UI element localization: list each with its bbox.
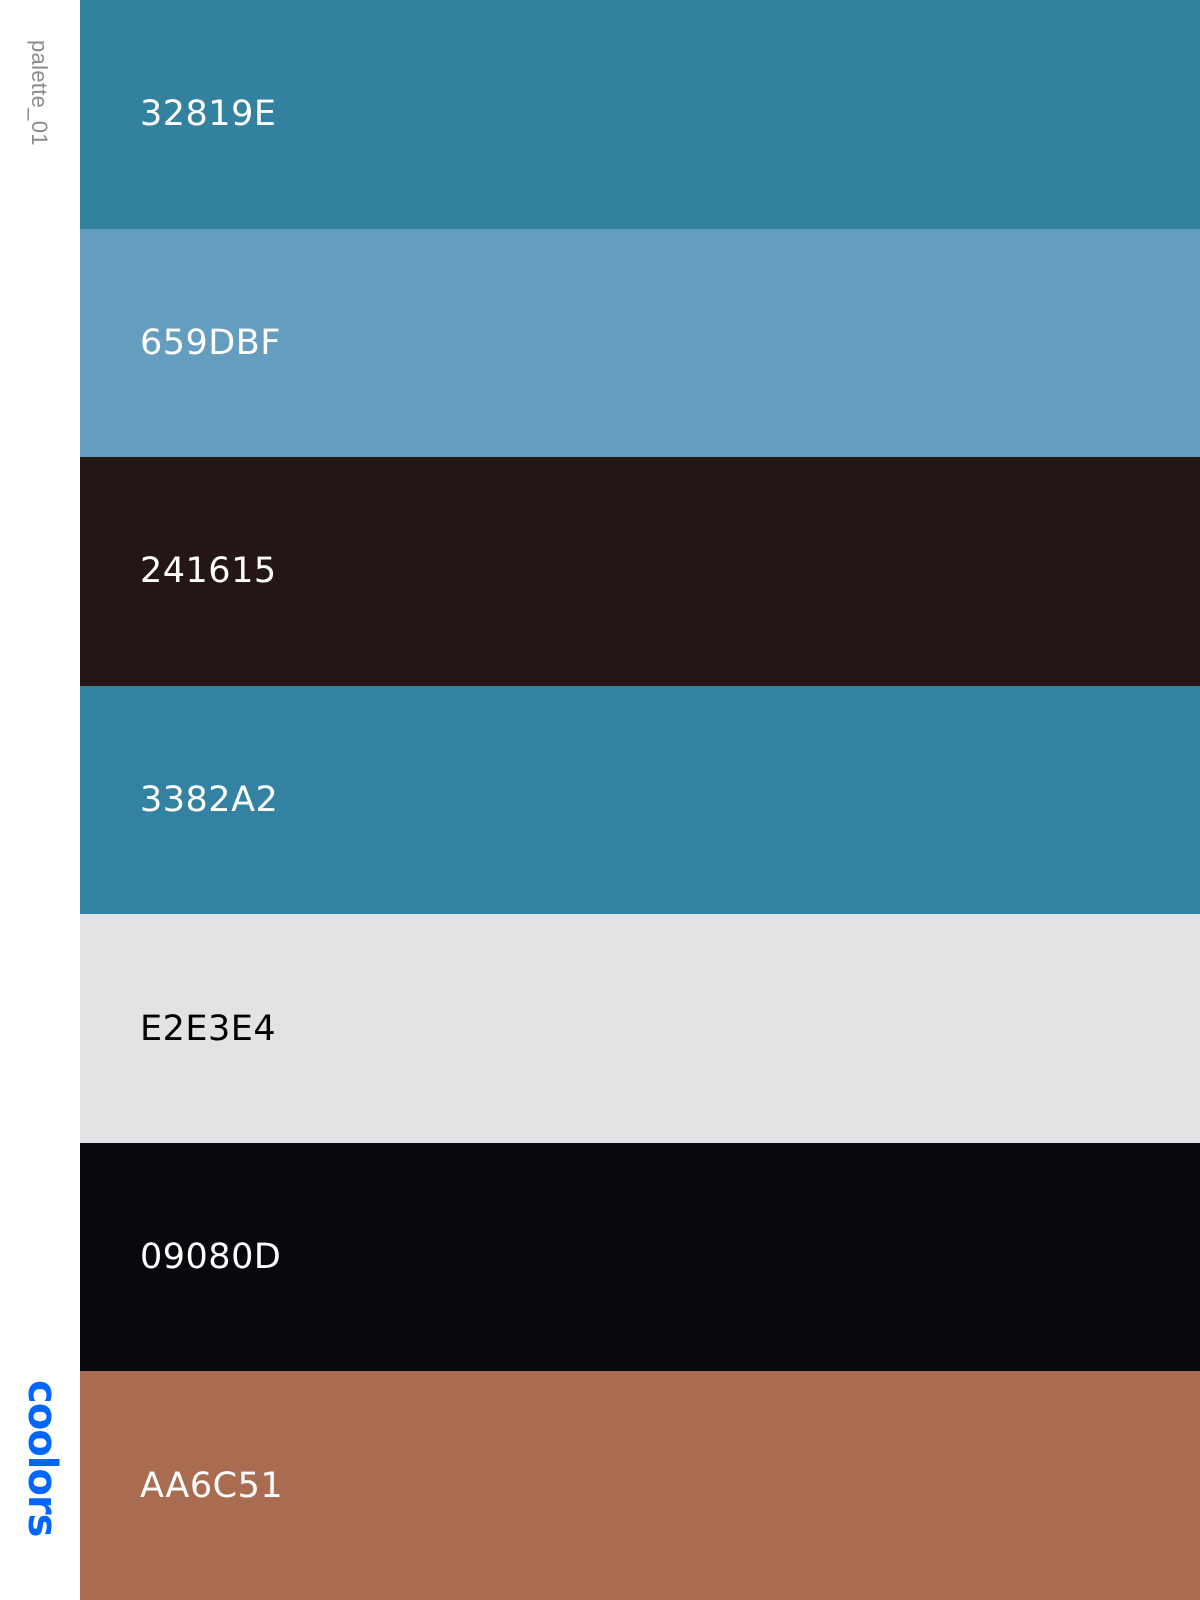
- hex-code-label: AA6C51: [140, 1465, 284, 1506]
- hex-code-label: 659DBF: [140, 322, 281, 363]
- hex-code-label: 241615: [140, 551, 277, 592]
- color-swatch[interactable]: AA6C51: [80, 1371, 1200, 1600]
- color-swatch[interactable]: 659DBF: [80, 228, 1200, 458]
- hex-code-label: 09080D: [140, 1237, 282, 1278]
- hex-code-label: 32819E: [140, 94, 277, 135]
- color-swatch[interactable]: 3382A2: [80, 685, 1200, 915]
- hex-code-label: 3382A2: [140, 780, 279, 821]
- color-swatch[interactable]: 09080D: [80, 1142, 1200, 1372]
- coolors-logo: coolors: [19, 1380, 65, 1537]
- color-swatch[interactable]: 32819E: [80, 0, 1200, 229]
- color-swatch[interactable]: 241615: [80, 457, 1200, 686]
- hex-code-label: E2E3E4: [140, 1008, 277, 1049]
- palette-page: palette_01 coolors 32819E 659DBF 241615 …: [0, 0, 1200, 1600]
- color-swatch[interactable]: E2E3E4: [80, 914, 1200, 1143]
- sidebar: palette_01 coolors: [0, 0, 80, 1600]
- swatch-list: 32819E 659DBF 241615 3382A2 E2E3E4 09080…: [80, 0, 1200, 1600]
- palette-name: palette_01: [27, 40, 52, 146]
